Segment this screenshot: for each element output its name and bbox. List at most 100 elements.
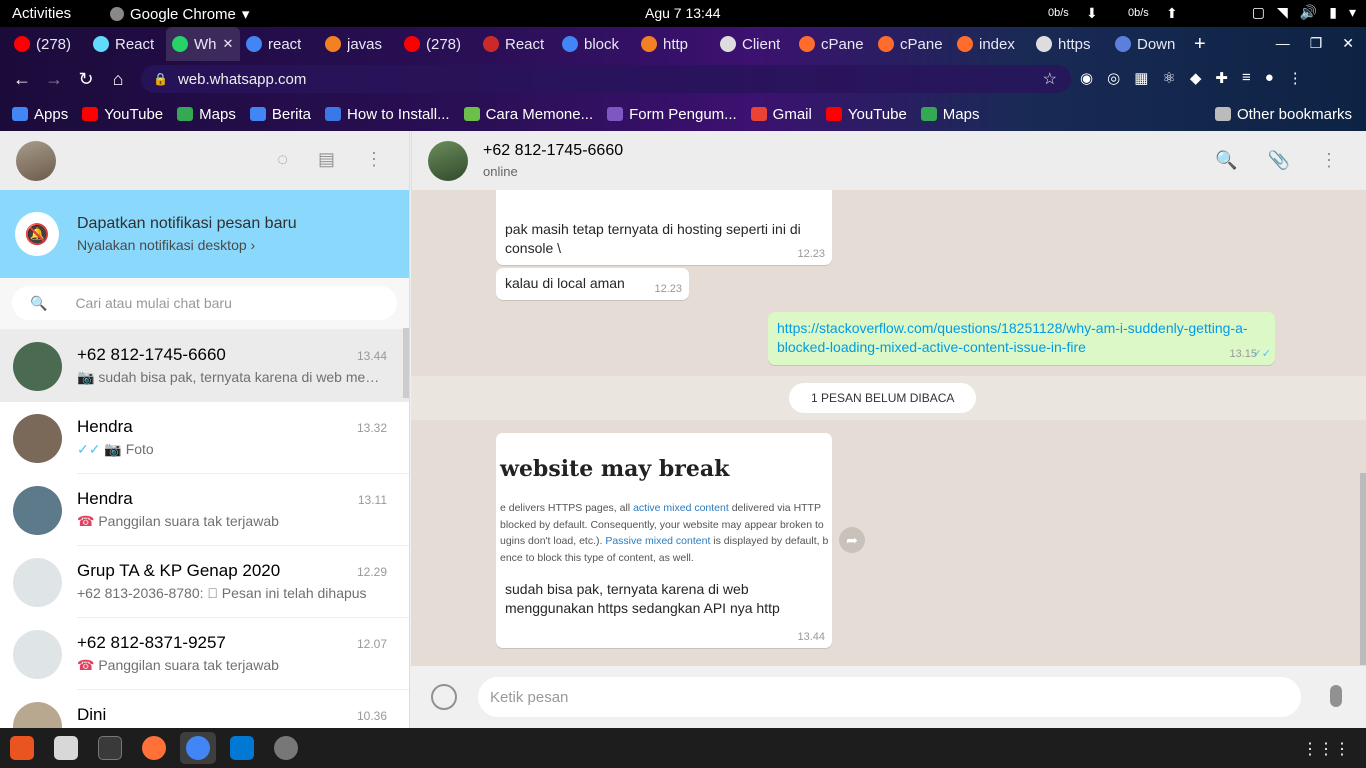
message-bubble-outgoing[interactable]: https://stackoverflow.com/questions/1825…	[768, 312, 1275, 365]
chat-name: Hendra	[77, 489, 133, 508]
image-preview[interactable]: website may break e delivers HTTPS pages…	[497, 436, 832, 570]
minimize-button[interactable]: —	[1276, 35, 1290, 52]
extension-icon[interactable]: ◉	[1080, 69, 1093, 87]
attach-icon[interactable]: 📎	[1268, 150, 1290, 171]
chat-list-scrollbar[interactable]	[403, 328, 409, 398]
chat-avatar[interactable]	[13, 629, 62, 679]
microphone-icon[interactable]	[1330, 685, 1342, 707]
forward-icon[interactable]: ➦	[839, 527, 865, 553]
tab[interactable]: https	[1030, 27, 1109, 61]
system-tray[interactable]: ▢ ◥ 🔊 ▮ ▾	[1252, 4, 1356, 21]
tab[interactable]: react	[240, 27, 319, 61]
app-menu[interactable]: Google Chrome ▾	[110, 5, 249, 23]
address-bar[interactable]: 🔒 web.whatsapp.com ☆	[141, 65, 1071, 93]
new-tab-button[interactable]: +	[1194, 33, 1206, 56]
extension-icon[interactable]: ◆	[1190, 69, 1202, 87]
chrome-icon[interactable]	[186, 736, 210, 760]
bookmark-item[interactable]: How to Install...	[325, 106, 450, 123]
tab[interactable]: React	[87, 27, 166, 61]
forward-icon[interactable]: →	[38, 69, 70, 90]
search-icon[interactable]: 🔍	[30, 295, 47, 312]
qr-code-icon[interactable]: ▦	[1134, 69, 1148, 87]
show-apps-icon[interactable]: ⋮⋮⋮	[1302, 739, 1350, 759]
favicon-icon	[325, 36, 341, 52]
message-input[interactable]	[490, 688, 1270, 706]
bookmark-item[interactable]: YouTube	[82, 106, 163, 123]
tab[interactable]: Down	[1109, 27, 1188, 61]
conversation-header[interactable]: +62 812-1745-6660 online 🔍 📎 ⋮	[411, 131, 1366, 190]
tab[interactable]: cPane	[872, 27, 951, 61]
message-bubble[interactable]: pak masih tetap ternyata di hosting sepe…	[496, 190, 832, 265]
tab[interactable]: block	[556, 27, 635, 61]
bookmark-item[interactable]: Maps	[177, 106, 236, 123]
bookmark-item[interactable]: Berita	[249, 106, 311, 123]
notification-banner[interactable]: 🔕 Dapatkan notifikasi pesan baru Nyalaka…	[0, 190, 409, 278]
more-menu-icon[interactable]: ⋮	[1288, 69, 1303, 87]
notification-link[interactable]: Nyalakan notifikasi desktop ›	[77, 237, 297, 253]
tab[interactable]: index	[951, 27, 1030, 61]
message-link[interactable]: https://stackoverflow.com/questions/1825…	[777, 319, 1248, 338]
message-bubble[interactable]: kalau di local aman 12.23	[496, 268, 689, 300]
message-link[interactable]: blocked-loading-mixed-active-content-iss…	[777, 338, 1248, 357]
extension-icon[interactable]: ◎	[1107, 69, 1120, 87]
contact-avatar[interactable]	[428, 140, 468, 181]
ubuntu-software-icon[interactable]	[10, 736, 34, 760]
files-icon[interactable]	[54, 736, 78, 760]
tab[interactable]: Wh ✕	[166, 27, 240, 61]
reload-icon[interactable]: ↻	[70, 69, 102, 90]
media-control-icon[interactable]: ≡	[1242, 69, 1251, 87]
chat-list-item[interactable]: Dini 10.36	[0, 690, 409, 728]
close-window-button[interactable]: ✕	[1342, 35, 1354, 52]
bookmark-favicon-icon	[750, 107, 767, 121]
tab[interactable]: cPane	[793, 27, 872, 61]
bookmark-item[interactable]: Form Pengum...	[607, 106, 737, 123]
tab[interactable]: http	[635, 27, 714, 61]
search-icon[interactable]: 🔍	[1215, 150, 1237, 171]
bookmark-star-icon[interactable]: ☆	[1043, 69, 1057, 89]
menu-icon[interactable]: ⋮	[1320, 150, 1338, 171]
bookmark-item[interactable]: YouTube	[825, 106, 907, 123]
other-bookmarks[interactable]: Other bookmarks	[1214, 106, 1352, 123]
new-chat-icon[interactable]: ▤	[318, 149, 335, 170]
chat-avatar[interactable]	[13, 557, 62, 607]
chat-avatar[interactable]	[13, 485, 62, 535]
bookmark-item[interactable]: Apps	[12, 106, 68, 123]
tab[interactable]: (278)	[8, 27, 87, 61]
my-avatar[interactable]	[16, 140, 56, 181]
tab[interactable]: Client	[714, 27, 793, 61]
vscode-icon[interactable]	[230, 736, 254, 760]
lock-icon[interactable]: 🔒	[153, 72, 168, 86]
chat-avatar[interactable]	[13, 413, 62, 463]
chat-avatar[interactable]	[13, 341, 62, 391]
puzzle-icon[interactable]: ✚	[1215, 69, 1228, 87]
home-icon[interactable]: ⌂	[102, 69, 134, 90]
firefox-icon[interactable]	[142, 736, 166, 760]
bookmark-item[interactable]: Cara Memone...	[463, 106, 593, 123]
close-tab-icon[interactable]: ✕	[223, 36, 234, 52]
status-icon[interactable]: ◌	[277, 149, 288, 170]
clock[interactable]: Agu 7 13:44	[645, 5, 721, 21]
terminal-icon[interactable]	[98, 736, 122, 760]
message-scrollbar[interactable]	[1360, 473, 1366, 665]
search-input[interactable]	[75, 295, 376, 311]
tab[interactable]: javas	[319, 27, 398, 61]
chat-list-item[interactable]: Hendra 13.11 ☎ Panggilan suara tak terjawa…	[0, 474, 409, 546]
bookmark-item[interactable]: Gmail	[750, 106, 812, 123]
chat-list-item[interactable]: +62 812-1745-6660 13.44 📷 sudah bisa pak, …	[0, 330, 409, 402]
profile-avatar-icon[interactable]: ●	[1265, 69, 1274, 87]
tab[interactable]: (278)	[398, 27, 477, 61]
tab[interactable]: React	[477, 27, 556, 61]
menu-icon[interactable]: ⋮	[365, 149, 383, 170]
activities-button[interactable]: Activities	[12, 5, 71, 22]
tab-strip: (278) React Wh ✕ react javas (278) React block ht…	[0, 27, 1366, 61]
bookmark-item[interactable]: Maps	[920, 106, 979, 123]
chat-avatar[interactable]	[13, 701, 62, 728]
back-icon[interactable]: ←	[6, 69, 38, 90]
chat-list-item[interactable]: +62 812-8371-9257 12.07 ☎ Panggilan suara …	[0, 618, 409, 690]
emoji-icon[interactable]	[431, 684, 457, 710]
react-devtools-icon[interactable]: ⚛	[1162, 69, 1175, 87]
chat-list-item[interactable]: Hendra 13.32 ✓✓ 📷 Foto	[0, 402, 409, 474]
settings-icon[interactable]	[274, 736, 298, 760]
maximize-button[interactable]: ❐	[1310, 35, 1323, 52]
chat-list-item[interactable]: Grup TA & KP Genap 2020 12.29 +62 813-2036…	[0, 546, 409, 618]
